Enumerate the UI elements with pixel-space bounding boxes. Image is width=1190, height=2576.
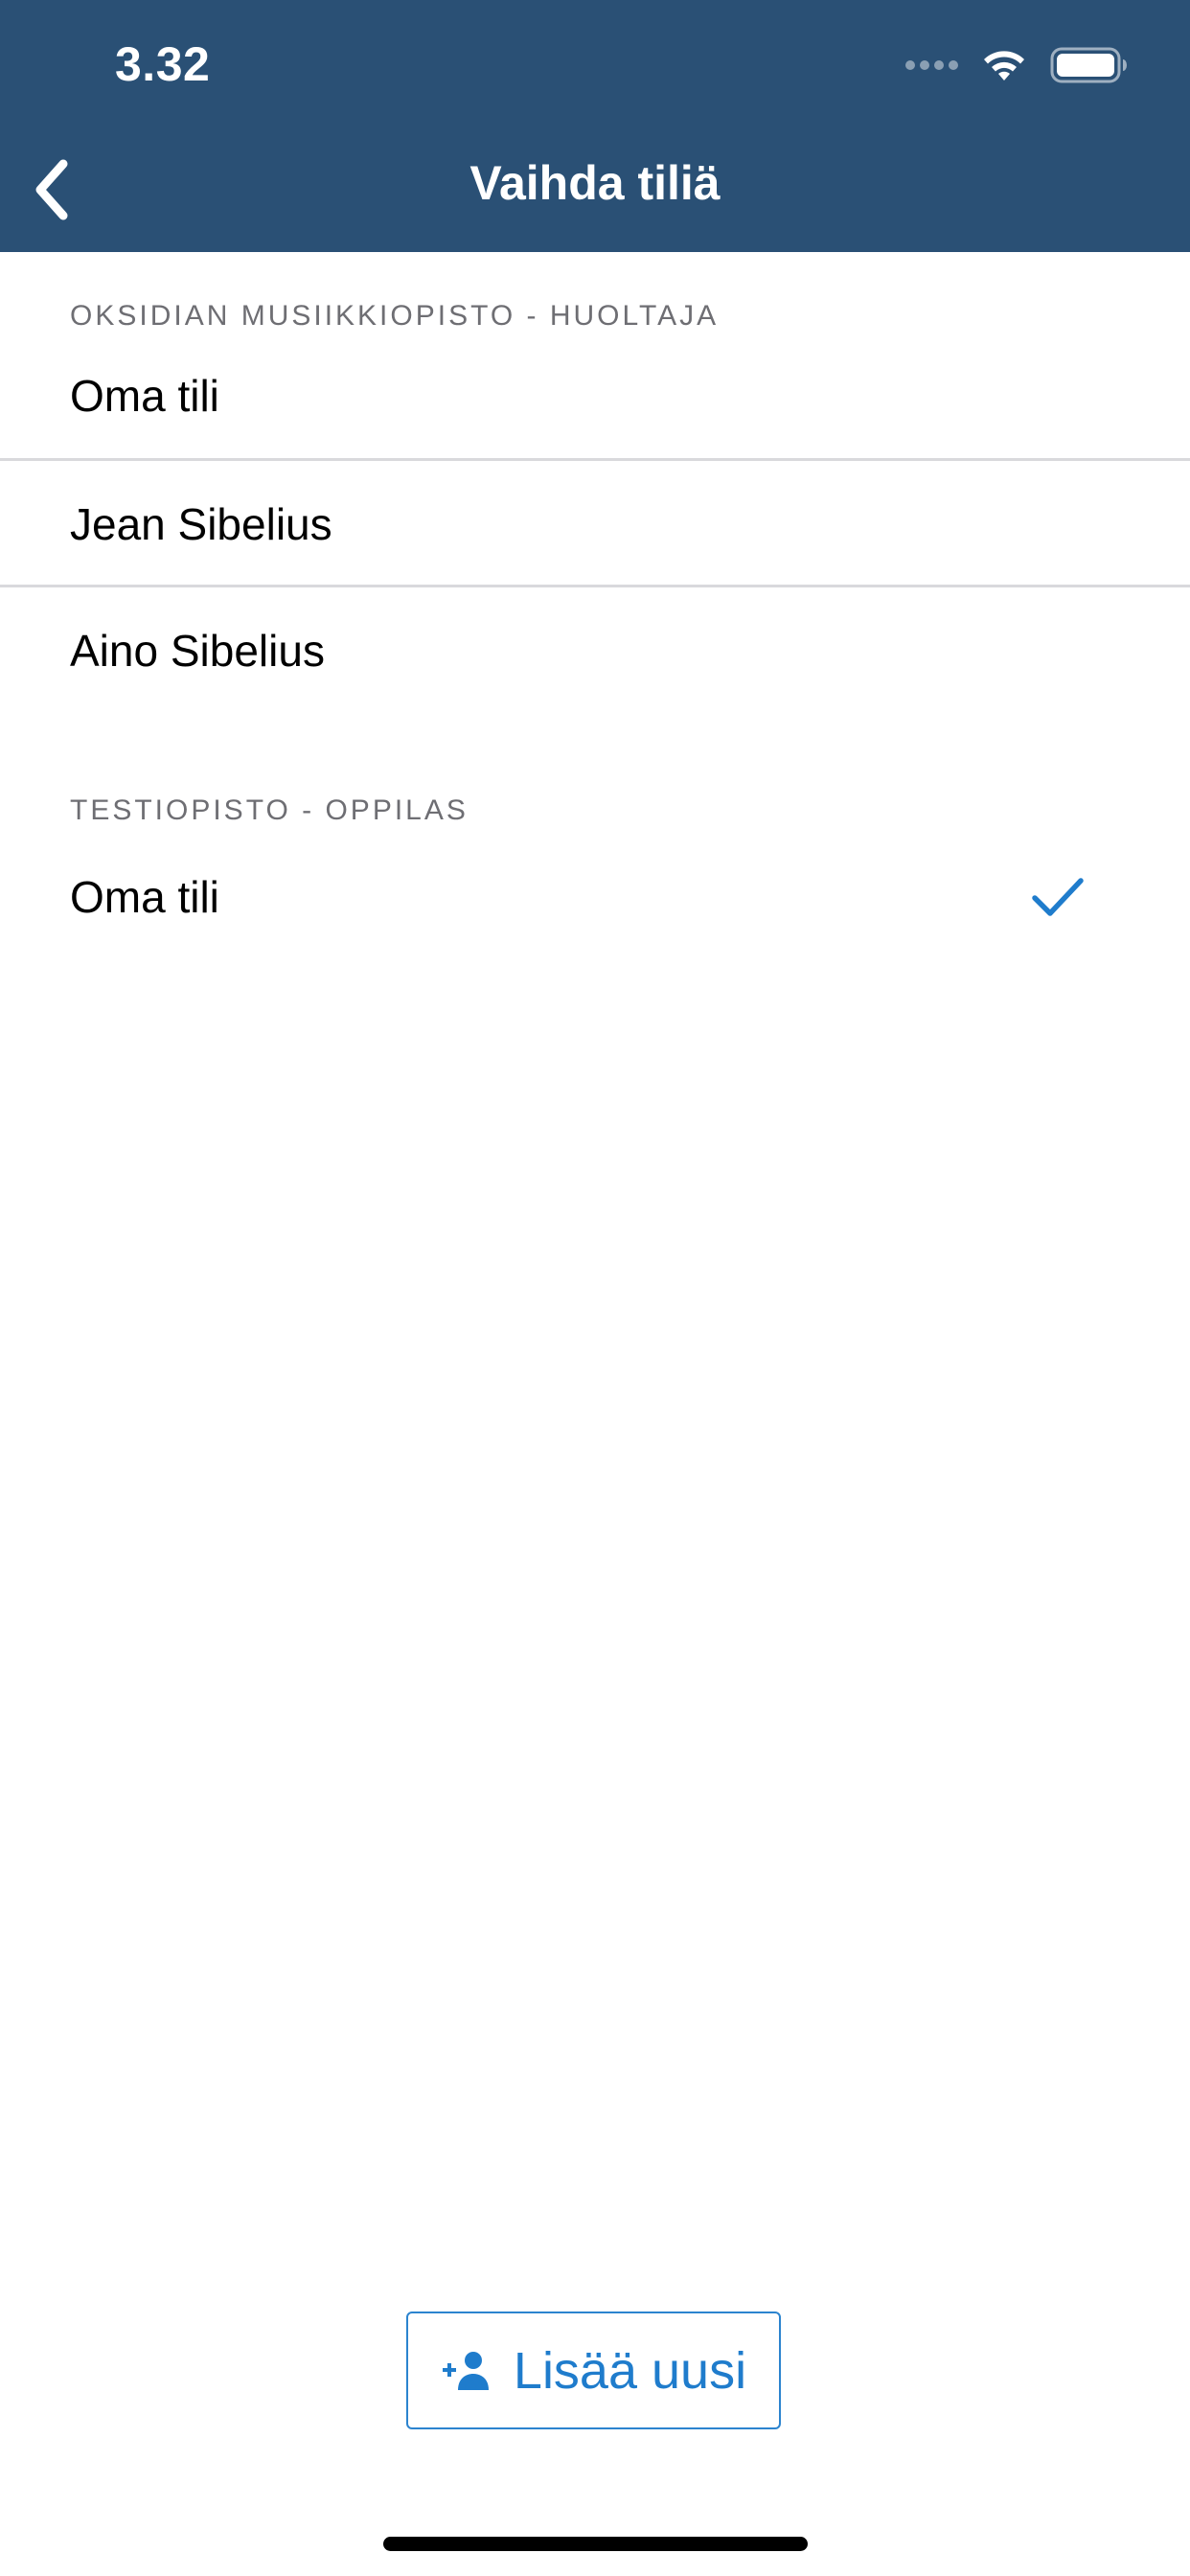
account-row-jean-sibelius[interactable]: Jean Sibelius — [0, 461, 1190, 587]
account-row-oma-tili-oppilas[interactable]: Oma tili — [0, 834, 1190, 960]
battery-icon — [1050, 47, 1127, 83]
account-row-label: Aino Sibelius — [70, 626, 325, 676]
add-new-account-button[interactable]: Lisää uusi — [406, 2312, 781, 2429]
status-bar-icons — [901, 42, 1129, 88]
signal-dots-icon — [901, 60, 958, 70]
add-person-icon — [442, 2351, 489, 2390]
navigation-header: 3.32 Vaihda tiliä — [0, 0, 1190, 252]
account-row-aino-sibelius[interactable]: Aino Sibelius — [0, 587, 1190, 714]
account-row-label: Oma tili — [70, 872, 219, 922]
wifi-icon — [984, 51, 1024, 80]
account-row-oma-tili-huoltaja[interactable]: Oma tili — [0, 333, 1190, 459]
account-row-label: Oma tili — [70, 371, 219, 421]
home-indicator — [383, 2537, 808, 2551]
status-bar-time: 3.32 — [115, 37, 211, 91]
section-header-testiopisto: TESTIOPISTO - OPPILAS — [70, 794, 469, 826]
checkmark-icon — [1032, 878, 1084, 916]
add-new-account-label: Lisää uusi — [513, 2341, 747, 2400]
account-row-label: Jean Sibelius — [70, 499, 332, 549]
section-header-oksidian: OKSIDIAN MUSIIKKIOPISTO - HUOLTAJA — [70, 300, 720, 332]
page-title: Vaihda tiliä — [469, 156, 721, 210]
